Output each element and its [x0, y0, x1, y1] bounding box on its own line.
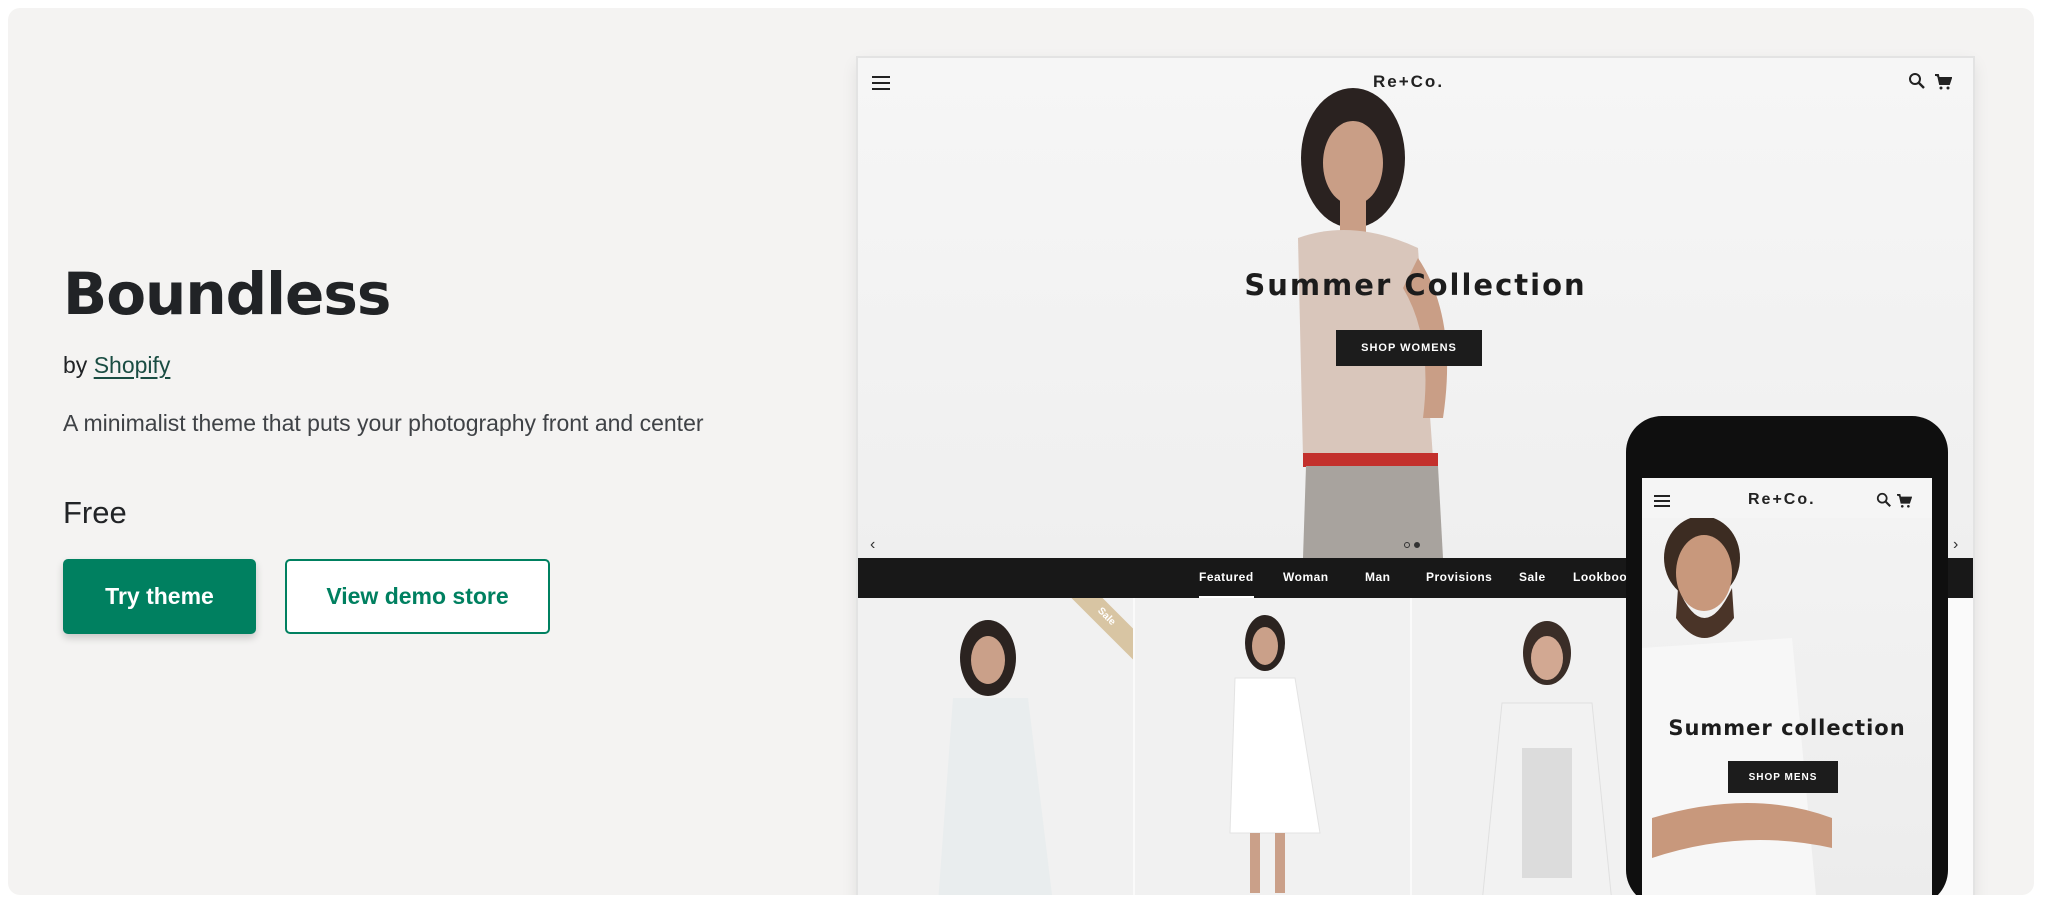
desktop-search-icon[interactable] [1908, 72, 1926, 90]
mobile-preview-screen: Re+Co. Summer collection SHOP MENS [1642, 478, 1932, 895]
byline-prefix: by [63, 352, 94, 378]
mobile-menu-icon[interactable] [1654, 495, 1670, 510]
mobile-hero-title: Summer collection [1668, 716, 1906, 740]
nav-item-man[interactable]: Man [1365, 570, 1391, 584]
shop-mens-button[interactable]: SHOP MENS [1728, 761, 1838, 793]
desktop-menu-icon[interactable] [872, 76, 890, 94]
desktop-store-logo: Re+Co. [1373, 72, 1445, 91]
shop-womens-button[interactable]: SHOP WOMENS [1336, 330, 1482, 366]
product-image [1229, 615, 1321, 893]
product-tile[interactable]: Sale [858, 598, 1133, 895]
nav-item-provisions[interactable]: Provisions [1426, 570, 1492, 584]
desktop-cart-icon[interactable] [1934, 74, 1952, 90]
mobile-store-logo: Re+Co. [1748, 491, 1816, 508]
author-link[interactable]: Shopify [94, 352, 171, 378]
slider-dots[interactable] [1404, 542, 1420, 548]
theme-description: A minimalist theme that puts your photog… [63, 410, 704, 436]
nav-item-sale[interactable]: Sale [1519, 570, 1546, 584]
mobile-preview-device: Re+Co. Summer collection SHOP MENS [1626, 416, 1948, 895]
theme-price: Free [63, 495, 127, 530]
try-theme-button[interactable]: Try theme [63, 559, 256, 634]
product-image [938, 620, 1053, 895]
nav-item-featured[interactable]: Featured [1199, 570, 1254, 598]
theme-hero-card: Boundless by Shopify A minimalist theme … [8, 8, 2034, 895]
slider-dot[interactable] [1404, 542, 1410, 548]
product-tile[interactable] [1135, 598, 1410, 895]
view-demo-store-button[interactable]: View demo store [285, 559, 550, 634]
theme-title: Boundless [63, 260, 391, 328]
mobile-cart-icon[interactable] [1896, 494, 1912, 508]
mobile-search-icon[interactable] [1876, 492, 1892, 508]
model-man-figure [1642, 518, 1832, 895]
slider-prev-arrow[interactable]: ‹ [870, 536, 875, 554]
desktop-hero-title: Summer Collection [1244, 268, 1587, 302]
slider-dot-active[interactable] [1414, 542, 1420, 548]
nav-item-woman[interactable]: Woman [1283, 570, 1329, 584]
slider-next-arrow[interactable]: › [1953, 536, 1958, 554]
page-bottom-divider [0, 895, 2048, 905]
mobile-hero-image: Summer collection SHOP MENS [1642, 518, 1932, 895]
theme-byline: by Shopify [63, 352, 170, 379]
